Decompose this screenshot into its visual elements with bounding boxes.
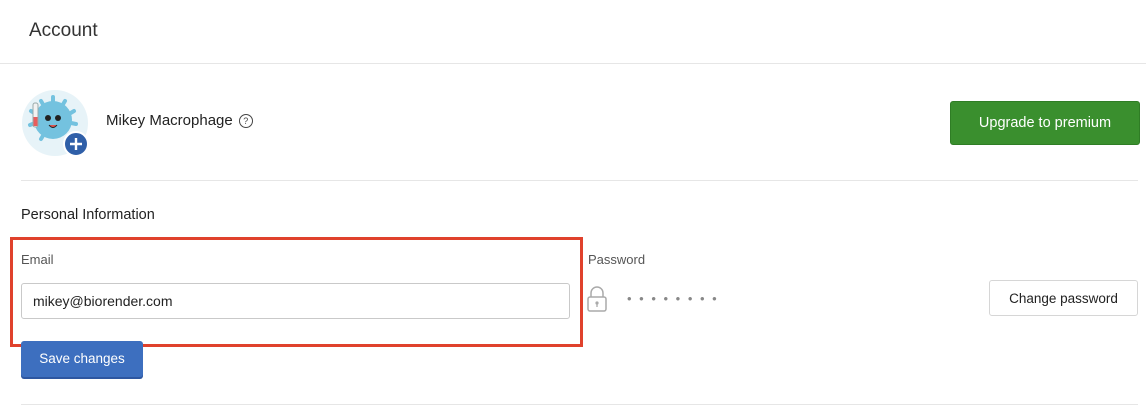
personal-information-title: Personal Information: [21, 207, 155, 223]
password-masked-value: • • • • • • • •: [627, 291, 719, 306]
save-changes-button[interactable]: Save changes: [21, 341, 143, 377]
email-label: Email: [21, 252, 54, 267]
lock-icon: [587, 286, 607, 312]
divider: [21, 180, 1138, 181]
email-field[interactable]: [21, 283, 570, 319]
plus-icon[interactable]: [63, 131, 89, 157]
change-password-button[interactable]: Change password: [989, 280, 1138, 316]
password-label: Password: [588, 252, 646, 267]
profile-name-row: Mikey Macrophage ?: [106, 112, 253, 129]
account-page: Account Mikey Macrophage ? Upgrade to pr…: [0, 0, 1146, 406]
avatar[interactable]: [21, 89, 89, 157]
page-title: Account: [29, 20, 98, 41]
profile-name: Mikey Macrophage: [106, 112, 233, 129]
divider: [21, 404, 1138, 405]
page-header: Account: [0, 0, 1146, 64]
help-circle-icon[interactable]: ?: [238, 113, 253, 128]
upgrade-to-premium-button[interactable]: Upgrade to premium: [950, 101, 1140, 145]
